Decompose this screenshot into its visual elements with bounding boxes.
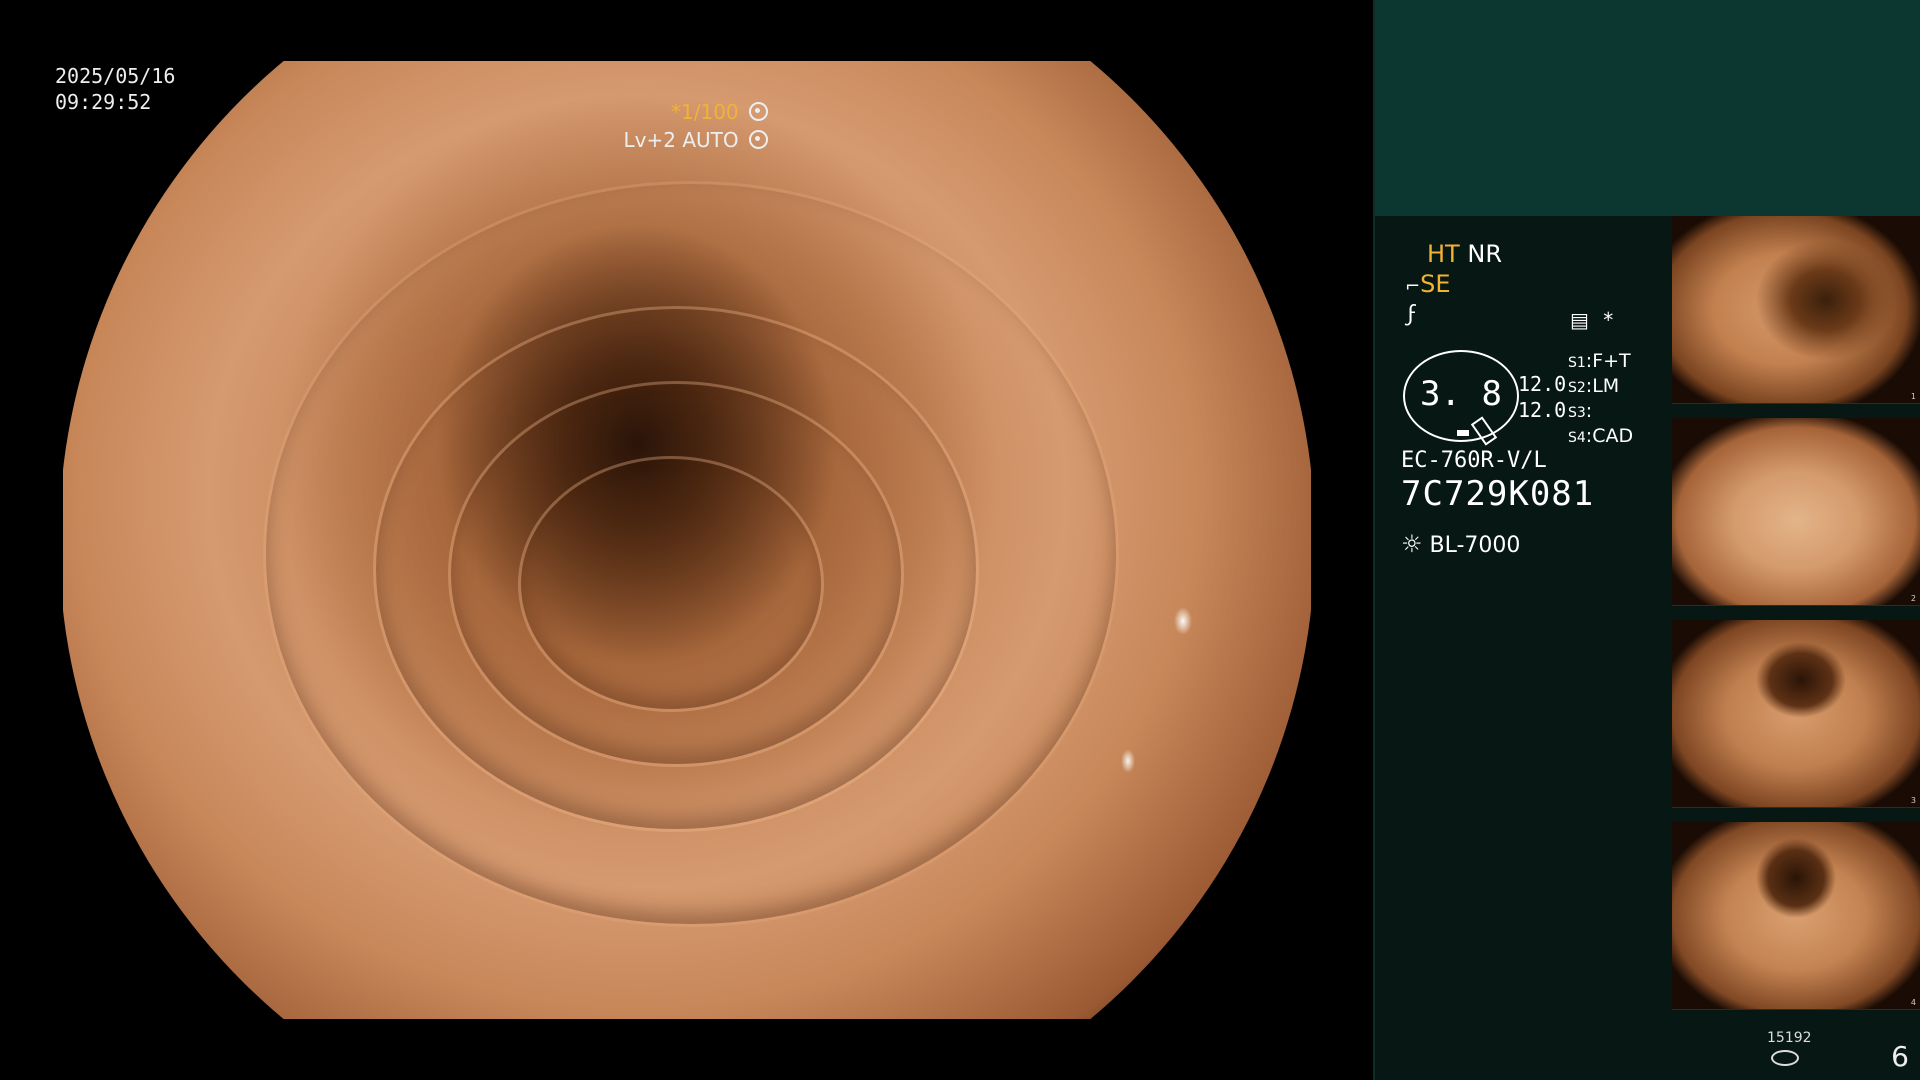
thumbnail-image — [1672, 418, 1920, 605]
datetime-stamp: 2025/05/16 09:29:52 — [55, 63, 175, 115]
thumbnail-image — [1672, 822, 1920, 1009]
image-count: 15192 — [1767, 1030, 1812, 1046]
thumbnail-index: 4 — [1910, 998, 1916, 1007]
pen-icon — [1470, 416, 1498, 446]
nr-indicator: NR — [1467, 240, 1502, 268]
gain-icon: ϝ — [1407, 302, 1418, 327]
switch-s1: S1:F+T — [1568, 350, 1631, 372]
memo-icon: ▤ — [1570, 308, 1589, 332]
exposure-panel: *1/100 Lv+2 AUTO — [624, 98, 768, 154]
dial-mark — [1457, 430, 1469, 436]
scope-serial: 7C729K081 — [1401, 474, 1595, 514]
colon-lumen-image — [63, 61, 1311, 1019]
mucosal-fold — [263, 181, 1119, 927]
shutter-speed: *1/100 — [671, 100, 739, 124]
disk-icon — [1771, 1050, 1799, 1066]
panel-header-area — [1375, 0, 1920, 216]
capture-thumbnail[interactable]: 1 — [1672, 216, 1920, 404]
thumbnail-image — [1672, 216, 1920, 403]
switch-s2: S2:LM — [1568, 375, 1620, 397]
dial-value: 3. 8 — [1420, 374, 1502, 414]
switch-s3: S3: — [1568, 400, 1593, 422]
capture-thumbnail[interactable]: 3 — [1672, 620, 1920, 808]
capture-counter: 15192 6 — [1767, 1030, 1917, 1075]
thumbnail-index: 2 — [1910, 594, 1916, 603]
light-source: ☼ BL-7000 — [1401, 530, 1520, 558]
thumbnail-index: 3 — [1910, 796, 1916, 805]
light-source-icon: ☼ — [1401, 530, 1423, 558]
capture-thumbnail[interactable]: 2 — [1672, 418, 1920, 606]
thumbnail-index: 1 — [1910, 392, 1916, 401]
exposure-mode: AUTO — [682, 128, 739, 152]
page-number: 6 — [1891, 1040, 1909, 1073]
asterisk-indicator: * — [1603, 308, 1614, 332]
magnification-dial: 3. 8 — [1403, 350, 1519, 446]
se-indicator: SE — [1420, 270, 1451, 298]
time-text: 09:29:52 — [55, 90, 152, 114]
shutter-icon — [749, 102, 768, 121]
scope-icon: ⌐ — [1405, 276, 1421, 297]
capture-thumbnail[interactable]: 4 — [1672, 822, 1920, 1010]
value-bottom: 12.0 — [1518, 398, 1567, 422]
switch-s4: S4:CAD — [1568, 425, 1634, 447]
ht-indicator: HT — [1427, 240, 1460, 268]
auto-exposure-icon — [749, 130, 768, 149]
date-text: 2025/05/16 — [55, 64, 176, 88]
brightness-level: Lv+2 — [623, 128, 676, 152]
thumbnail-image — [1672, 620, 1920, 807]
info-side-panel: HT NR ⌐SE ϝ ▤ * 3. 8 12.0 12.0 S1:F+T S2… — [1373, 0, 1920, 1080]
light-source-model: BL-7000 — [1429, 533, 1521, 558]
value-top: 12.0 — [1518, 372, 1567, 396]
endoscope-main-view: 2025/05/16 09:29:52 *1/100 Lv+2 AUTO — [0, 0, 1373, 1080]
scope-model: EC-760R-V/L — [1401, 448, 1547, 473]
